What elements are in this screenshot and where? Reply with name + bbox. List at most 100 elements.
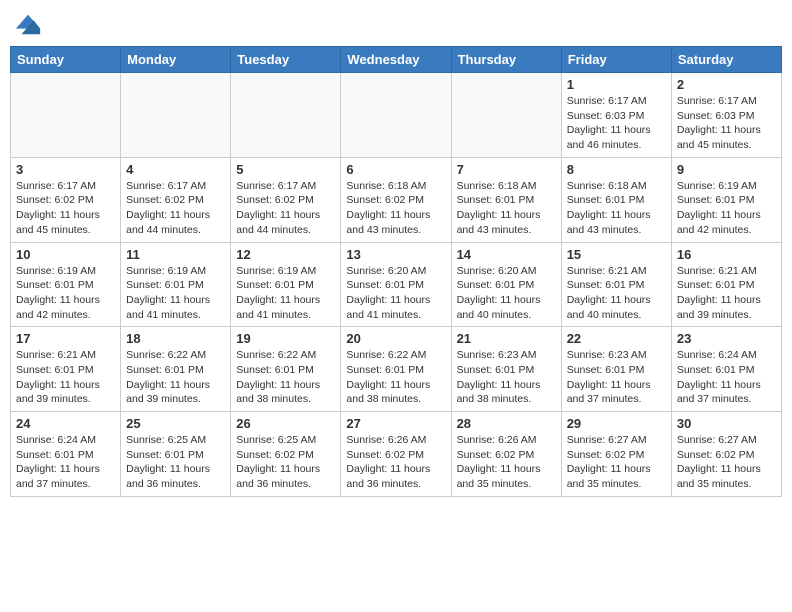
calendar-day-cell: 1 Sunrise: 6:17 AM Sunset: 6:03 PM Daylig… <box>561 73 671 158</box>
day-number: 16 <box>677 247 776 262</box>
day-number: 15 <box>567 247 666 262</box>
calendar-day-cell: 17Sunrise: 6:21 AM Sunset: 6:01 PM Dayli… <box>11 327 121 412</box>
calendar-day-cell: 21 Sunrise: 6:23 AM Sunset: 6:01 PM Dayli… <box>451 327 561 412</box>
day-info: Sunrise: 6:17 AM Sunset: 6:03 PM Dayligh… <box>567 94 666 153</box>
day-number: 14 <box>457 247 556 262</box>
calendar-day-cell: 23 Sunrise: 6:24 AM Sunset: 6:01 PM Dayli… <box>671 327 781 412</box>
day-number: 8 <box>567 162 666 177</box>
weekday-header: Thursday <box>451 47 561 73</box>
weekday-header: Friday <box>561 47 671 73</box>
day-info: Sunrise: 6:21 AM Sunset: 6:01 PM Dayligh… <box>677 264 776 323</box>
day-number: 20 <box>346 331 445 346</box>
day-number: 7 <box>457 162 556 177</box>
calendar-day-cell: 13 Sunrise: 6:20 AM Sunset: 6:01 PM Dayli… <box>341 242 451 327</box>
calendar-day-cell: 16 Sunrise: 6:21 AM Sunset: 6:01 PM Dayli… <box>671 242 781 327</box>
calendar-day-cell: 9 Sunrise: 6:19 AM Sunset: 6:01 PM Daylig… <box>671 157 781 242</box>
calendar-day-cell: 30Sunrise: 6:27 AM Sunset: 6:02 PM Dayli… <box>671 412 781 497</box>
day-info: Sunrise: 6:18 AM Sunset: 6:01 PM Dayligh… <box>457 179 556 238</box>
calendar-day-cell: 26 Sunrise: 6:25 AM Sunset: 6:02 PM Dayli… <box>231 412 341 497</box>
day-number: 29 <box>567 416 666 431</box>
calendar-week-row: 24 Sunrise: 6:24 AM Sunset: 6:01 PM Dayli… <box>11 412 782 497</box>
day-number: 4 <box>126 162 225 177</box>
day-info: Sunrise: 6:17 AM Sunset: 6:02 PM Dayligh… <box>16 179 115 238</box>
calendar-week-row: 1 Sunrise: 6:17 AM Sunset: 6:03 PM Daylig… <box>11 73 782 158</box>
weekday-header: Wednesday <box>341 47 451 73</box>
calendar-day-cell <box>341 73 451 158</box>
calendar-day-cell: 5 Sunrise: 6:17 AM Sunset: 6:02 PM Daylig… <box>231 157 341 242</box>
calendar-day-cell: 27 Sunrise: 6:26 AM Sunset: 6:02 PM Dayli… <box>341 412 451 497</box>
day-number: 12 <box>236 247 335 262</box>
day-info: Sunrise: 6:24 AM Sunset: 6:01 PM Dayligh… <box>16 433 115 492</box>
day-info: Sunrise: 6:20 AM Sunset: 6:01 PM Dayligh… <box>346 264 445 323</box>
day-number: 23 <box>677 331 776 346</box>
day-info: Sunrise: 6:25 AM Sunset: 6:02 PM Dayligh… <box>236 433 335 492</box>
calendar-week-row: 17Sunrise: 6:21 AM Sunset: 6:01 PM Dayli… <box>11 327 782 412</box>
day-number: 9 <box>677 162 776 177</box>
day-number: 18 <box>126 331 225 346</box>
day-number: 26 <box>236 416 335 431</box>
day-info: Sunrise: 6:26 AM Sunset: 6:02 PM Dayligh… <box>346 433 445 492</box>
calendar-day-cell <box>451 73 561 158</box>
day-info: Sunrise: 6:25 AM Sunset: 6:01 PM Dayligh… <box>126 433 225 492</box>
day-info: Sunrise: 6:22 AM Sunset: 6:01 PM Dayligh… <box>346 348 445 407</box>
calendar-day-cell: 8Sunrise: 6:18 AM Sunset: 6:01 PM Daylig… <box>561 157 671 242</box>
calendar-day-cell: 18 Sunrise: 6:22 AM Sunset: 6:01 PM Dayli… <box>121 327 231 412</box>
calendar-day-cell <box>231 73 341 158</box>
day-number: 10 <box>16 247 115 262</box>
calendar-day-cell: 20 Sunrise: 6:22 AM Sunset: 6:01 PM Dayli… <box>341 327 451 412</box>
calendar-day-cell: 24 Sunrise: 6:24 AM Sunset: 6:01 PM Dayli… <box>11 412 121 497</box>
logo <box>14 10 44 38</box>
calendar-day-cell: 28Sunrise: 6:26 AM Sunset: 6:02 PM Dayli… <box>451 412 561 497</box>
day-number: 3 <box>16 162 115 177</box>
calendar-day-cell: 29 Sunrise: 6:27 AM Sunset: 6:02 PM Dayli… <box>561 412 671 497</box>
calendar-day-cell <box>121 73 231 158</box>
day-info: Sunrise: 6:24 AM Sunset: 6:01 PM Dayligh… <box>677 348 776 407</box>
day-number: 11 <box>126 247 225 262</box>
calendar-day-cell: 15 Sunrise: 6:21 AM Sunset: 6:01 PM Dayli… <box>561 242 671 327</box>
calendar-day-cell: 19 Sunrise: 6:22 AM Sunset: 6:01 PM Dayli… <box>231 327 341 412</box>
day-info: Sunrise: 6:19 AM Sunset: 6:01 PM Dayligh… <box>677 179 776 238</box>
day-info: Sunrise: 6:22 AM Sunset: 6:01 PM Dayligh… <box>126 348 225 407</box>
day-number: 27 <box>346 416 445 431</box>
day-number: 2 <box>677 77 776 92</box>
weekday-header: Sunday <box>11 47 121 73</box>
day-number: 21 <box>457 331 556 346</box>
day-number: 28 <box>457 416 556 431</box>
day-info: Sunrise: 6:19 AM Sunset: 6:01 PM Dayligh… <box>16 264 115 323</box>
day-number: 22 <box>567 331 666 346</box>
weekday-header: Tuesday <box>231 47 341 73</box>
day-number: 24 <box>16 416 115 431</box>
day-number: 13 <box>346 247 445 262</box>
logo-icon <box>14 10 42 38</box>
day-info: Sunrise: 6:17 AM Sunset: 6:03 PM Dayligh… <box>677 94 776 153</box>
day-number: 1 <box>567 77 666 92</box>
calendar-day-cell: 7 Sunrise: 6:18 AM Sunset: 6:01 PM Daylig… <box>451 157 561 242</box>
day-info: Sunrise: 6:19 AM Sunset: 6:01 PM Dayligh… <box>126 264 225 323</box>
calendar-week-row: 10 Sunrise: 6:19 AM Sunset: 6:01 PM Dayli… <box>11 242 782 327</box>
calendar-day-cell: 3 Sunrise: 6:17 AM Sunset: 6:02 PM Daylig… <box>11 157 121 242</box>
calendar-day-cell: 11 Sunrise: 6:19 AM Sunset: 6:01 PM Dayli… <box>121 242 231 327</box>
day-info: Sunrise: 6:20 AM Sunset: 6:01 PM Dayligh… <box>457 264 556 323</box>
page-header <box>10 10 782 38</box>
calendar-day-cell: 22 Sunrise: 6:23 AM Sunset: 6:01 PM Dayli… <box>561 327 671 412</box>
day-info: Sunrise: 6:19 AM Sunset: 6:01 PM Dayligh… <box>236 264 335 323</box>
calendar-day-cell: 2 Sunrise: 6:17 AM Sunset: 6:03 PM Daylig… <box>671 73 781 158</box>
day-info: Sunrise: 6:22 AM Sunset: 6:01 PM Dayligh… <box>236 348 335 407</box>
day-info: Sunrise: 6:27 AM Sunset: 6:02 PM Dayligh… <box>677 433 776 492</box>
day-info: Sunrise: 6:27 AM Sunset: 6:02 PM Dayligh… <box>567 433 666 492</box>
day-number: 19 <box>236 331 335 346</box>
calendar-day-cell <box>11 73 121 158</box>
day-info: Sunrise: 6:21 AM Sunset: 6:01 PM Dayligh… <box>16 348 115 407</box>
calendar-day-cell: 10 Sunrise: 6:19 AM Sunset: 6:01 PM Dayli… <box>11 242 121 327</box>
day-number: 25 <box>126 416 225 431</box>
day-info: Sunrise: 6:17 AM Sunset: 6:02 PM Dayligh… <box>236 179 335 238</box>
day-info: Sunrise: 6:21 AM Sunset: 6:01 PM Dayligh… <box>567 264 666 323</box>
day-info: Sunrise: 6:23 AM Sunset: 6:01 PM Dayligh… <box>567 348 666 407</box>
day-info: Sunrise: 6:17 AM Sunset: 6:02 PM Dayligh… <box>126 179 225 238</box>
day-number: 5 <box>236 162 335 177</box>
calendar-day-cell: 12 Sunrise: 6:19 AM Sunset: 6:01 PM Dayli… <box>231 242 341 327</box>
calendar-day-cell: 4 Sunrise: 6:17 AM Sunset: 6:02 PM Daylig… <box>121 157 231 242</box>
calendar-day-cell: 6Sunrise: 6:18 AM Sunset: 6:02 PM Daylig… <box>341 157 451 242</box>
day-info: Sunrise: 6:18 AM Sunset: 6:02 PM Dayligh… <box>346 179 445 238</box>
day-info: Sunrise: 6:23 AM Sunset: 6:01 PM Dayligh… <box>457 348 556 407</box>
